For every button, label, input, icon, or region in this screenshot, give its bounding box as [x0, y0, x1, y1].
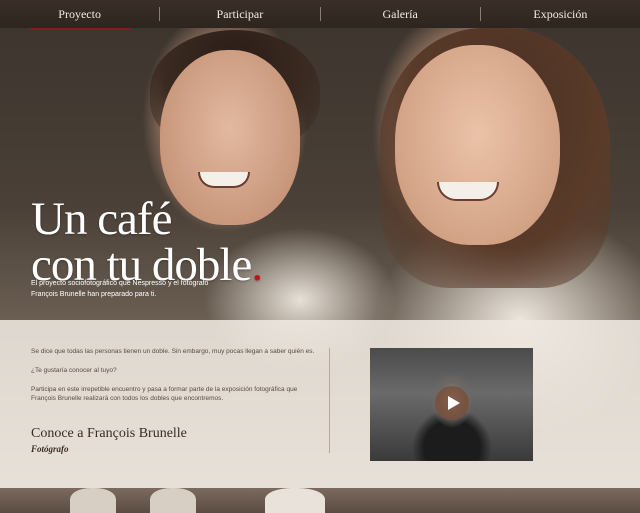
hero-photo-smile-left	[198, 172, 250, 188]
top-navigation: Proyecto Participar Galería Exposición	[0, 0, 640, 30]
intro-paragraph: Participa en este irrepetible encuentro …	[31, 386, 298, 402]
hero-title-line1: Un café	[31, 193, 172, 245]
hero-photo-smile-right	[437, 182, 499, 201]
photographer-role: Fotógrafo	[31, 444, 69, 454]
coffee-cup-image	[265, 488, 325, 513]
nav-item-galeria[interactable]: Galería	[321, 7, 480, 22]
play-icon	[447, 396, 460, 410]
hero-photo-woman-right-face	[395, 45, 560, 245]
video-thumbnail[interactable]	[370, 348, 533, 461]
hero-title: Un café con tu doble.	[31, 193, 263, 291]
pastry-image	[70, 488, 116, 513]
pastry-image	[150, 488, 196, 513]
hero-title-red-dot: .	[251, 239, 263, 291]
intro-paragraph: Se dice que todas las personas tienen un…	[31, 348, 315, 355]
nav-item-proyecto[interactable]: Proyecto	[0, 7, 159, 30]
nav-item-participar[interactable]: Participar	[160, 7, 319, 22]
intro-question: ¿Te gustaría conocer al tuyo?	[31, 367, 117, 374]
play-button[interactable]	[435, 386, 469, 420]
content-divider	[329, 348, 330, 453]
hero-subtitle: El proyecto sociofotográfico que Nespres…	[31, 280, 209, 298]
nav-item-exposicion[interactable]: Exposición	[481, 7, 640, 22]
intro-text: Se dice que todas las personas tienen un…	[31, 347, 321, 413]
photographer-heading[interactable]: Conoce a François Brunelle	[31, 426, 187, 442]
